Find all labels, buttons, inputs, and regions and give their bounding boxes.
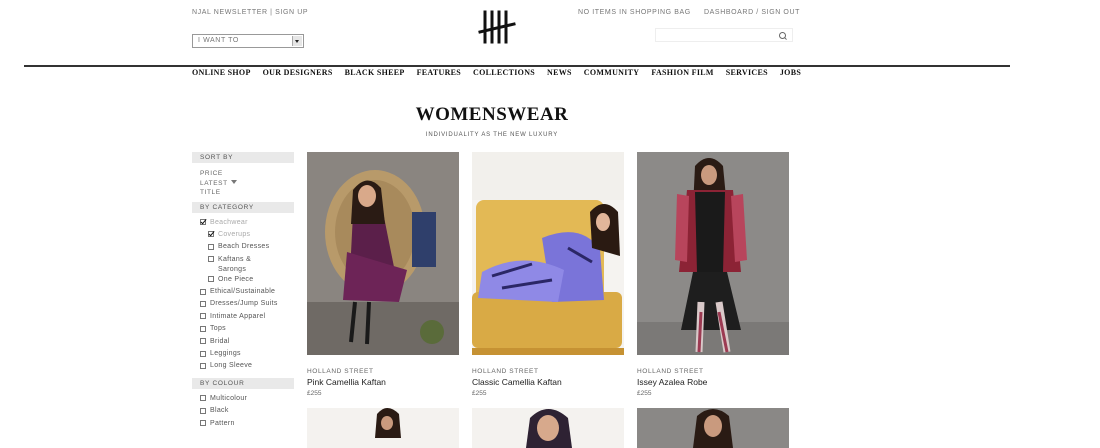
checkbox[interactable] [200, 219, 206, 225]
main-nav: ONLINE SHOP OUR DESIGNERS BLACK SHEEP FE… [192, 68, 813, 80]
colour-filter[interactable]: Pattern [200, 419, 294, 431]
colour-label: Multicolour [210, 394, 248, 402]
product-name[interactable]: Issey Azalea Robe [637, 377, 789, 387]
category-filter[interactable]: Beach Dresses [200, 242, 294, 254]
category-filter[interactable]: Dresses/Jump Suits [200, 299, 294, 311]
category-filter[interactable]: Ethical/Sustainable [200, 287, 294, 299]
category-label: Coverups [218, 230, 251, 238]
product-image[interactable] [307, 408, 459, 448]
checkbox[interactable] [208, 276, 214, 283]
colour-label: Pattern [210, 419, 235, 427]
checkbox[interactable] [200, 395, 206, 402]
i-want-to-label: I WANT TO [198, 37, 239, 44]
shopping-bag-link[interactable]: NO ITEMS IN SHOPPING BAG [578, 9, 691, 16]
nav-news[interactable]: NEWS [547, 68, 572, 80]
newsletter-signup-link[interactable]: NJAL NEWSLETTER | SIGN UP [192, 9, 308, 16]
nav-fashion-film[interactable]: FASHION FILM [651, 68, 713, 80]
product-name[interactable]: Classic Camellia Kaftan [472, 377, 624, 387]
product-card[interactable]: HOLLAND STREET Issey Azalea Robe £255 [637, 152, 789, 397]
category-list: Beachwear Coverups Beach Dresses Kaftans & … [192, 213, 294, 378]
search-icon[interactable] [779, 32, 786, 39]
category-label: Long Sleeve [210, 362, 253, 370]
nav-jobs[interactable]: JOBS [780, 68, 801, 80]
category-filter[interactable]: Bridal [200, 337, 294, 349]
checkbox[interactable] [200, 350, 206, 357]
product-brand: HOLLAND STREET [637, 368, 704, 375]
category-label: Kaftans & Sarongs [218, 255, 252, 273]
product-image[interactable] [637, 152, 789, 355]
checkbox[interactable] [200, 325, 206, 332]
colour-filter[interactable]: Multicolour [200, 394, 294, 406]
page-subtitle: INDIVIDUALITY AS THE NEW LUXURY [425, 132, 559, 138]
product-image[interactable] [637, 408, 789, 448]
product-brand: HOLLAND STREET [307, 368, 374, 375]
site-logo[interactable] [478, 10, 516, 44]
product-card[interactable]: HOLLAND STREET Classic Camellia Kaftan £… [472, 152, 624, 397]
colour-label: Black [210, 407, 229, 415]
product-price: £255 [637, 390, 652, 397]
product-price: £255 [307, 390, 322, 397]
product-image[interactable] [472, 152, 624, 355]
category-label: Beachwear [210, 218, 248, 226]
caret-down-icon [230, 179, 237, 184]
sort-heading: SORT BY [192, 152, 294, 163]
checkbox[interactable] [200, 420, 206, 427]
category-label: Ethical/Sustainable [210, 288, 276, 296]
checkbox[interactable] [200, 362, 206, 369]
sort-options: PRICE LATEST TITLE [192, 163, 294, 202]
colour-list: Multicolour Black Pattern [192, 389, 294, 435]
chevron-down-icon[interactable] [292, 36, 302, 46]
sort-latest[interactable]: LATEST [200, 179, 294, 189]
sort-latest-label: LATEST [200, 179, 228, 187]
checkbox[interactable] [208, 231, 214, 238]
category-filter[interactable]: Tops [200, 324, 294, 336]
category-filter[interactable]: Intimate Apparel [200, 312, 294, 324]
product-brand: HOLLAND STREET [472, 368, 539, 375]
nav-services[interactable]: SERVICES [726, 68, 768, 80]
nav-online-shop[interactable]: ONLINE SHOP [192, 68, 251, 80]
category-label: Intimate Apparel [210, 312, 266, 320]
category-filter[interactable]: Long Sleeve [200, 361, 294, 373]
category-label: One Piece [218, 275, 254, 283]
category-label: Bridal [210, 337, 230, 345]
nav-community[interactable]: COMMUNITY [584, 68, 640, 80]
product-price: £255 [472, 390, 487, 397]
checkbox[interactable] [200, 407, 206, 414]
checkbox[interactable] [208, 243, 214, 250]
category-filter[interactable]: One Piece [200, 275, 294, 287]
category-label: Beach Dresses [218, 243, 270, 251]
nav-collections[interactable]: COLLECTIONS [473, 68, 535, 80]
account-links[interactable]: DASHBOARD / SIGN OUT [704, 9, 800, 16]
category-filter[interactable]: Leggings [200, 349, 294, 361]
site-header: NJAL NEWSLETTER | SIGN UP I WANT TO NO I… [0, 0, 1100, 66]
category-label: Dresses/Jump Suits [210, 300, 278, 308]
search-input[interactable] [655, 28, 793, 42]
colour-filter[interactable]: Black [200, 406, 294, 418]
checkbox[interactable] [200, 313, 206, 320]
checkbox[interactable] [200, 288, 206, 295]
checkbox[interactable] [208, 256, 214, 263]
checkbox[interactable] [200, 300, 206, 307]
colour-heading: BY COLOUR [192, 377, 294, 389]
checkbox[interactable] [200, 338, 206, 345]
i-want-to-select[interactable]: I WANT TO [192, 34, 304, 48]
category-filter[interactable]: Beachwear [200, 218, 294, 230]
category-heading: BY CATEGORY [192, 201, 294, 213]
category-label: Tops [210, 325, 226, 333]
sort-title[interactable]: TITLE [200, 188, 294, 198]
page-title: WOMENSWEAR [415, 104, 569, 125]
sort-price[interactable]: PRICE [200, 169, 294, 179]
product-name[interactable]: Pink Camellia Kaftan [307, 377, 459, 387]
product-image[interactable] [472, 408, 624, 448]
category-filter[interactable]: Coverups [200, 230, 294, 242]
product-image[interactable] [307, 152, 459, 355]
nav-black-sheep[interactable]: BLACK SHEEP [345, 68, 405, 80]
category-label: Leggings [210, 350, 241, 358]
header-divider [24, 65, 1010, 67]
filter-sidebar: SORT BY PRICE LATEST TITLE BY CATEGORY B… [192, 152, 294, 435]
product-card[interactable]: HOLLAND STREET Pink Camellia Kaftan £255 [307, 152, 459, 397]
nav-features[interactable]: FEATURES [417, 68, 461, 80]
category-filter[interactable]: Kaftans & Sarongs [200, 255, 294, 275]
nav-our-designers[interactable]: OUR DESIGNERS [263, 68, 333, 80]
